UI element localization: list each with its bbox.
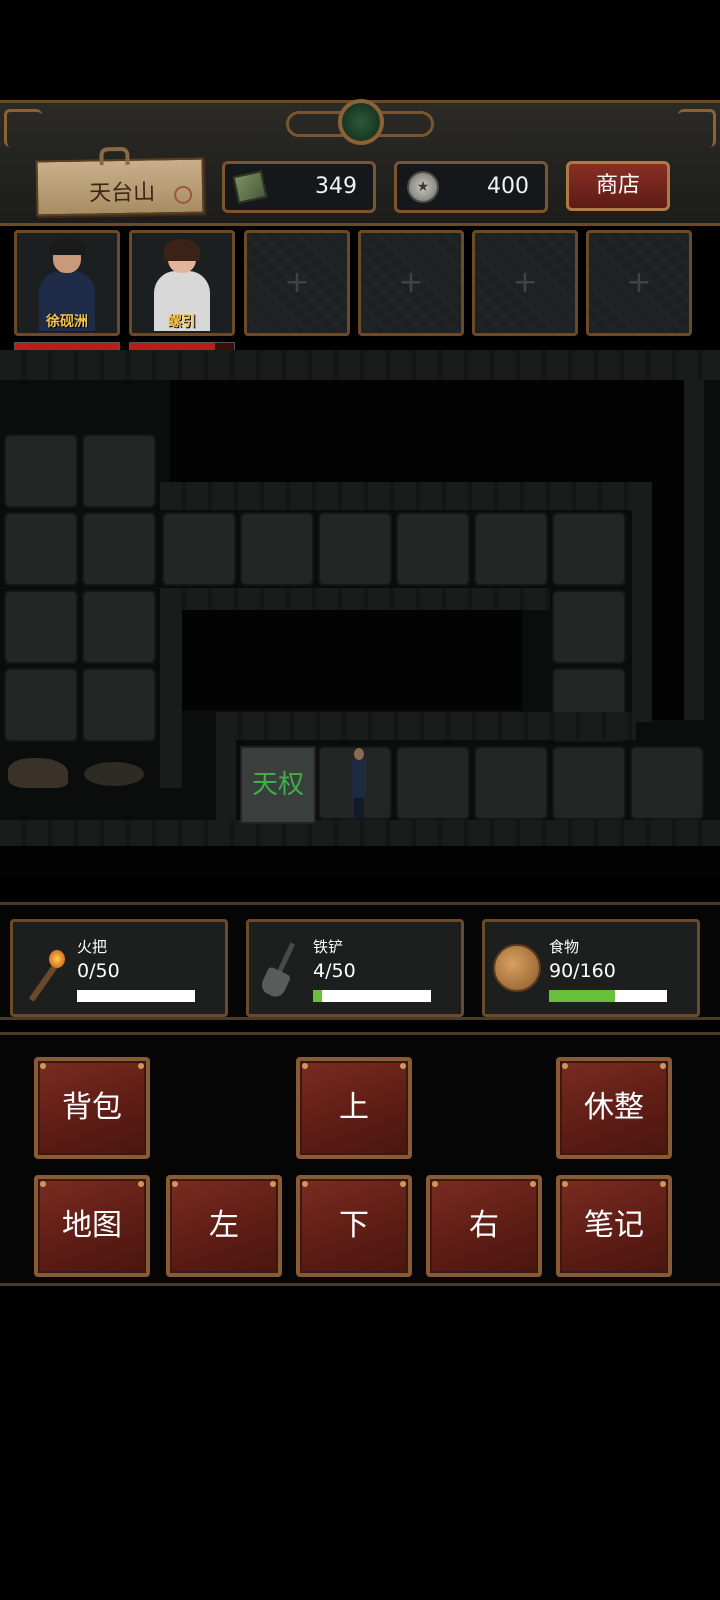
map-button[interactable]: 地图 [34,1175,150,1277]
party-member-name: 徐砚洲 [46,314,88,330]
floor-tile [630,746,704,820]
empty-party-slot[interactable]: + [472,230,578,336]
torch-bar [77,990,195,1002]
wall [632,482,652,722]
food-bar [549,990,667,1002]
floor-tile [82,434,156,508]
floor-tile [4,434,78,508]
rubble [8,758,68,788]
location-tag: 天台山 [35,146,205,217]
bag-button[interactable]: 背包 [34,1057,150,1159]
floor-tile [240,512,314,586]
floor-tile [4,590,78,664]
shovel-icon [257,942,303,1000]
top-bar: 天台山 349 ★ 400 商店 [0,99,720,226]
floor-tile [82,668,156,742]
empty-party-slot[interactable]: + [358,230,464,336]
add-icon: + [512,265,538,300]
wall [160,588,182,788]
unexplored-area [182,610,522,710]
dungeon-map[interactable]: 天权 [0,350,720,878]
resource-panel: 火把 0/50 铁铲 4/50 食物 90/160 [0,902,720,1020]
floor-tile [552,512,626,586]
money-counter: 349 [222,161,376,213]
hp-fill [130,343,216,350]
floor-tile [474,746,548,820]
party-slot-2[interactable]: 螺引 [129,230,235,336]
player-character [352,748,366,818]
party-row: 徐砚洲 螺引 + + + + [0,230,720,356]
torch-label: 火把 [77,938,108,956]
wall [684,380,704,720]
floor-tile [82,590,156,664]
food-card: 食物 90/160 [482,919,700,1017]
biscuit-icon [493,944,541,992]
floor-tile [396,746,470,820]
notes-button[interactable]: 笔记 [556,1175,672,1277]
shovel-card: 铁铲 4/50 [246,919,464,1017]
coin-counter: ★ 400 [394,161,548,213]
wall [0,350,720,380]
torch-value: 0/50 [77,960,120,982]
coin-icon: ★ [407,171,439,203]
floor-tile [474,512,548,586]
hp-fill [15,343,119,350]
shovel-label: 铁铲 [313,938,344,956]
floor-tile [552,590,626,664]
unexplored-area [652,500,684,720]
emblem-icon [338,99,384,145]
corner-ornament [4,109,42,147]
move-left-button[interactable]: 左 [166,1175,282,1277]
party-member-name: 螺引 [168,314,196,330]
shovel-bar [313,990,431,1002]
add-icon: + [284,265,310,300]
unexplored-area [0,846,720,878]
food-label: 食物 [549,938,580,956]
move-up-button[interactable]: 上 [296,1057,412,1159]
add-icon: + [626,265,652,300]
empty-party-slot[interactable]: + [244,230,350,336]
money-value: 349 [315,174,357,199]
add-icon: + [398,265,424,300]
rubble [84,762,144,786]
bar-fill [549,990,616,1002]
shop-button[interactable]: 商店 [566,161,670,211]
paper-clip-icon [99,146,130,166]
wall [160,482,640,510]
torch-icon [21,946,67,1002]
floor-tile [318,512,392,586]
move-right-button[interactable]: 右 [426,1175,542,1277]
empty-party-slot[interactable]: + [586,230,692,336]
move-down-button[interactable]: 下 [296,1175,412,1277]
control-panel: 背包 上 休整 地图 左 下 右 笔记 [0,1032,720,1286]
floor-tile [396,512,470,586]
coin-value: 400 [487,174,529,199]
wall [216,712,636,740]
food-value: 90/160 [549,960,616,982]
bar-fill [313,990,323,1002]
corner-ornament [678,109,716,147]
floor-tile [552,746,626,820]
floor-tile [4,668,78,742]
wall [0,820,720,846]
floor-tile [162,512,236,586]
torch-card: 火把 0/50 [10,919,228,1017]
shovel-value: 4/50 [313,960,356,982]
wall [160,588,550,610]
floor-tile [82,512,156,586]
rest-button[interactable]: 休整 [556,1057,672,1159]
floor-tile [4,512,78,586]
stone-tablet[interactable]: 天权 [240,746,316,824]
wall [216,740,236,830]
banknote-icon [232,170,268,204]
party-slot-1[interactable]: 徐砚洲 [14,230,120,336]
